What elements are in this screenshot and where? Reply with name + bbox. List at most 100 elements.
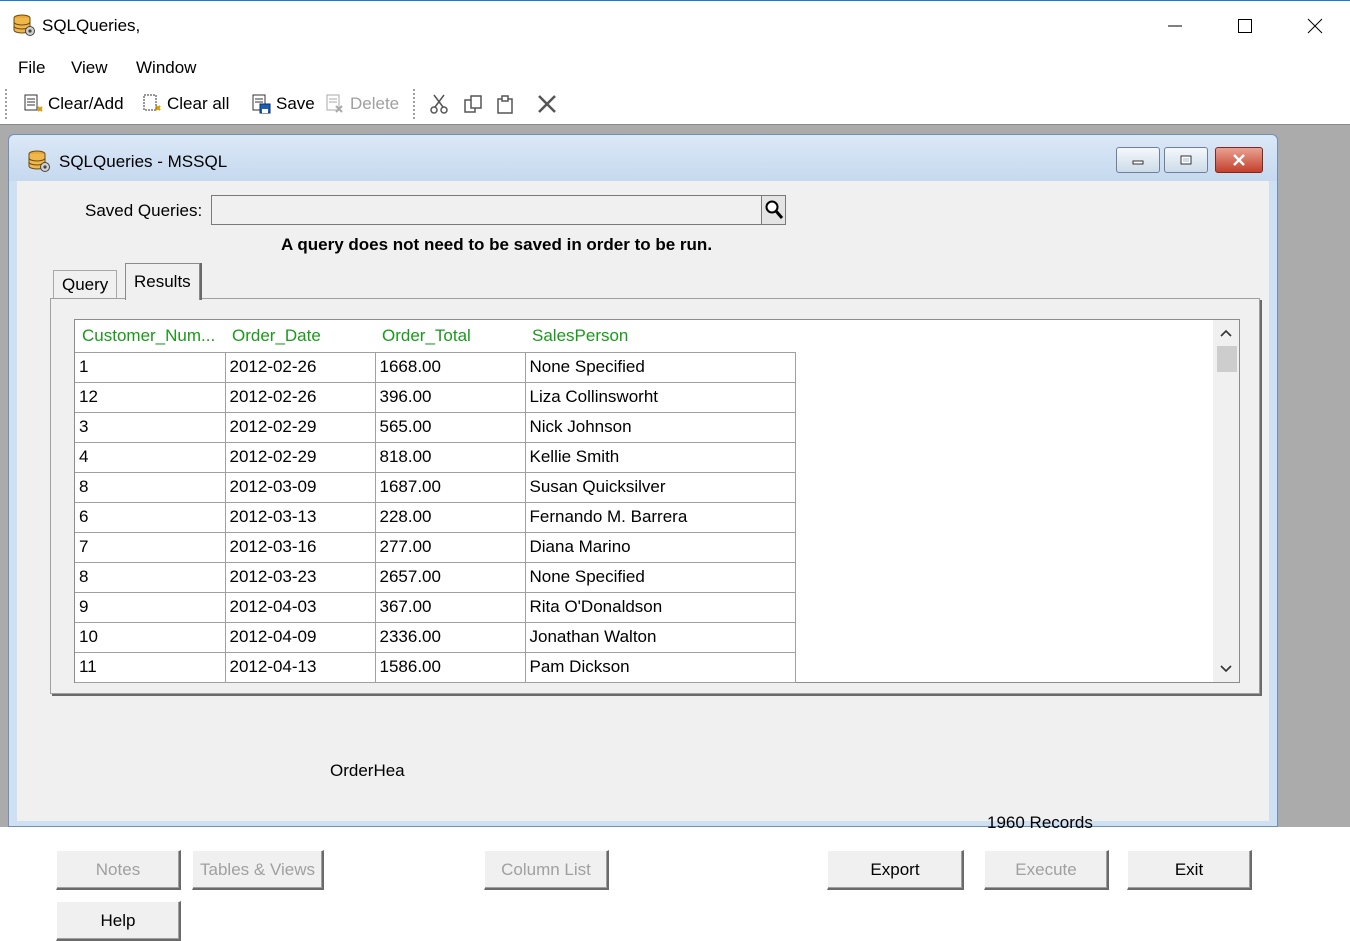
- table-cell[interactable]: Fernando M. Barrera: [524, 501, 796, 533]
- table-cell[interactable]: 2012-03-16: [224, 531, 376, 563]
- delete-icon: [326, 94, 343, 113]
- table-cell[interactable]: Kellie Smith: [524, 441, 796, 473]
- table-cell[interactable]: Pam Dickson: [524, 651, 796, 683]
- minimize-button[interactable]: [1152, 7, 1198, 45]
- table-cell[interactable]: 1586.00: [374, 651, 526, 683]
- table-row[interactable]: 11 2012-04-13 1586.00 Pam Dickson: [75, 651, 796, 683]
- table-cell[interactable]: 2012-02-29: [224, 411, 376, 443]
- column-header[interactable]: SalesPerson: [525, 320, 795, 352]
- cancel-query-button[interactable]: [532, 88, 562, 120]
- table-row[interactable]: 9 2012-04-03 367.00 Rita O'Donaldson: [75, 591, 796, 623]
- table-cell[interactable]: 1: [75, 351, 226, 383]
- scroll-thumb[interactable]: [1217, 346, 1237, 372]
- table-cell[interactable]: 396.00: [374, 381, 526, 413]
- scroll-down-button[interactable]: [1213, 658, 1239, 680]
- table-cell[interactable]: 2012-03-13: [224, 501, 376, 533]
- export-button[interactable]: Export: [827, 850, 964, 890]
- table-cell[interactable]: Diana Marino: [524, 531, 796, 563]
- table-cell[interactable]: 4: [75, 441, 226, 473]
- maximize-button[interactable]: [1222, 7, 1268, 45]
- table-cell[interactable]: Liza Collinsworht: [524, 381, 796, 413]
- table-cell[interactable]: 9: [75, 591, 226, 623]
- close-button[interactable]: [1292, 7, 1338, 45]
- copy-button[interactable]: [458, 88, 488, 120]
- table-cell[interactable]: 2012-04-03: [224, 591, 376, 623]
- paste-button[interactable]: [490, 88, 520, 120]
- tab-results[interactable]: Results: [125, 263, 200, 300]
- notes-button[interactable]: Notes: [56, 850, 181, 890]
- table-cell[interactable]: 228.00: [374, 501, 526, 533]
- table-cell[interactable]: 818.00: [374, 441, 526, 473]
- toolbar-grip[interactable]: [4, 88, 8, 120]
- table-cell[interactable]: 2012-02-26: [224, 351, 376, 383]
- save-button[interactable]: Save: [246, 88, 319, 120]
- table-cell[interactable]: 2657.00: [374, 561, 526, 593]
- child-restore-button[interactable]: [1164, 147, 1208, 173]
- table-cell[interactable]: 11: [75, 651, 226, 683]
- child-minimize-button[interactable]: [1116, 147, 1160, 173]
- column-header[interactable]: Order_Total: [375, 320, 525, 352]
- table-cell[interactable]: None Specified: [524, 561, 796, 593]
- menu-file[interactable]: File: [18, 58, 45, 78]
- table-cell[interactable]: 8: [75, 471, 226, 503]
- menu-view[interactable]: View: [71, 58, 108, 78]
- column-header[interactable]: Customer_Num...: [75, 320, 225, 352]
- table-row[interactable]: 12 2012-02-26 396.00 Liza Collinsworht: [75, 381, 796, 413]
- help-button[interactable]: Help: [56, 901, 181, 941]
- scroll-up-button[interactable]: [1213, 322, 1239, 344]
- column-list-button[interactable]: Column List: [484, 850, 609, 890]
- table-cell[interactable]: 3: [75, 411, 226, 443]
- child-close-button[interactable]: [1215, 147, 1263, 173]
- vertical-scrollbar[interactable]: [1213, 320, 1239, 682]
- minimize-icon: [1132, 160, 1144, 165]
- table-cell[interactable]: Jonathan Walton: [524, 621, 796, 653]
- execute-button[interactable]: Execute: [984, 850, 1109, 890]
- table-cell[interactable]: 6: [75, 501, 226, 533]
- table-row[interactable]: 8 2012-03-09 1687.00 Susan Quicksilver: [75, 471, 796, 503]
- exit-button[interactable]: Exit: [1127, 850, 1252, 890]
- table-cell[interactable]: 277.00: [374, 531, 526, 563]
- table-cell[interactable]: 2012-03-23: [224, 561, 376, 593]
- table-cell[interactable]: 10: [75, 621, 226, 653]
- tables-views-button[interactable]: Tables & Views: [192, 850, 324, 890]
- table-cell[interactable]: 2012-04-13: [224, 651, 376, 683]
- table-row[interactable]: 4 2012-02-29 818.00 Kellie Smith: [75, 441, 796, 473]
- table-row[interactable]: 10 2012-04-09 2336.00 Jonathan Walton: [75, 621, 796, 653]
- table-cell[interactable]: 367.00: [374, 591, 526, 623]
- saved-queries-field[interactable]: [211, 195, 761, 225]
- menu-window[interactable]: Window: [136, 58, 196, 78]
- table-cell[interactable]: 2012-02-26: [224, 381, 376, 413]
- table-cell[interactable]: Susan Quicksilver: [524, 471, 796, 503]
- table-row[interactable]: 3 2012-02-29 565.00 Nick Johnson: [75, 411, 796, 443]
- toolbar-separator: [238, 90, 239, 120]
- column-header[interactable]: Order_Date: [225, 320, 375, 352]
- clear-add-button[interactable]: Clear/Add: [18, 88, 128, 120]
- table-cell[interactable]: 12: [75, 381, 226, 413]
- table-cell[interactable]: 7: [75, 531, 226, 563]
- cut-icon: [430, 94, 448, 114]
- table-cell[interactable]: 1687.00: [374, 471, 526, 503]
- table-cell[interactable]: 2012-04-09: [224, 621, 376, 653]
- table-row[interactable]: 1 2012-02-26 1668.00 None Specified: [75, 351, 796, 383]
- saved-queries-search-button[interactable]: [761, 195, 786, 225]
- chevron-up-icon: [1220, 329, 1232, 337]
- delete-button[interactable]: Delete: [320, 88, 403, 120]
- clear-all-button[interactable]: Clear all: [137, 88, 233, 120]
- table-cell[interactable]: 565.00: [374, 411, 526, 443]
- table-cell[interactable]: 2336.00: [374, 621, 526, 653]
- table-cell[interactable]: None Specified: [524, 351, 796, 383]
- table-row[interactable]: 8 2012-03-23 2657.00 None Specified: [75, 561, 796, 593]
- table-cell[interactable]: 2012-03-09: [224, 471, 376, 503]
- table-cell[interactable]: 1668.00: [374, 351, 526, 383]
- cut-button[interactable]: [424, 88, 454, 120]
- results-grid[interactable]: Customer_Num... Order_Date Order_Total S…: [74, 319, 1240, 683]
- table-row[interactable]: 7 2012-03-16 277.00 Diana Marino: [75, 531, 796, 563]
- table-cell[interactable]: Rita O'Donaldson: [524, 591, 796, 623]
- table-row[interactable]: 6 2012-03-13 228.00 Fernando M. Barrera: [75, 501, 796, 533]
- toolbar-grip[interactable]: [412, 88, 416, 120]
- table-cell[interactable]: 8: [75, 561, 226, 593]
- x-icon: [538, 95, 556, 113]
- table-cell[interactable]: Nick Johnson: [524, 411, 796, 443]
- tab-query[interactable]: Query: [53, 270, 118, 299]
- table-cell[interactable]: 2012-02-29: [224, 441, 376, 473]
